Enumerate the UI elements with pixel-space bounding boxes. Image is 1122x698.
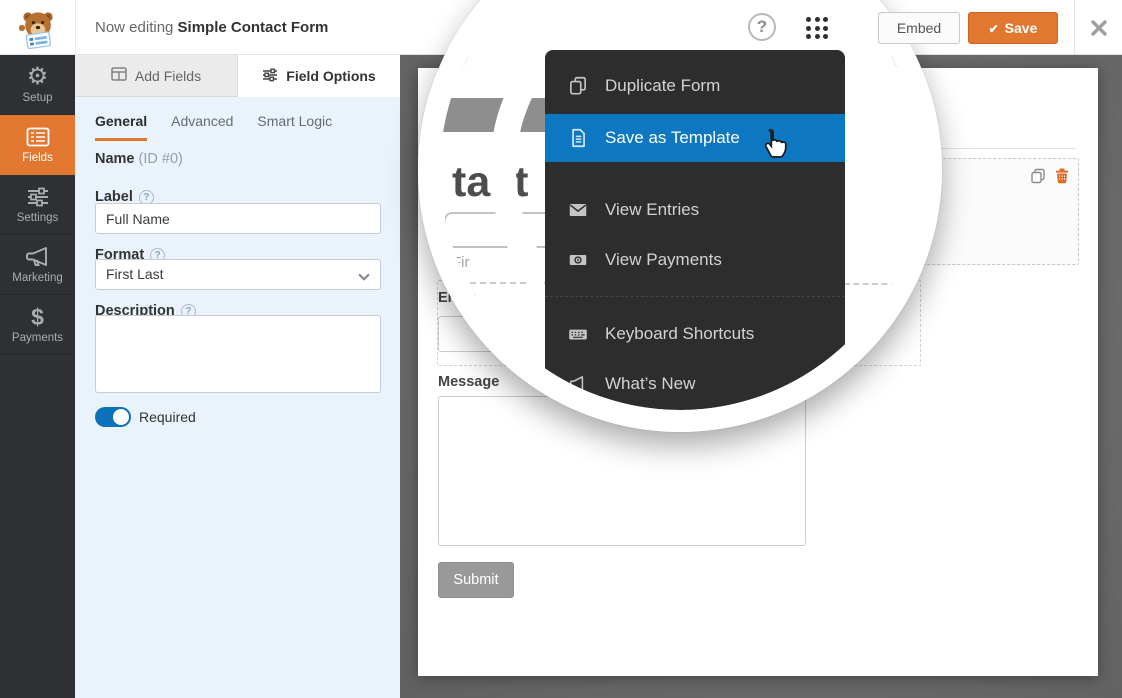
subtab-advanced[interactable]: Advanced (171, 113, 233, 141)
megaphone-sidebar-icon (0, 244, 75, 270)
duplicate-field-icon[interactable] (1030, 168, 1046, 189)
field-name-heading: Name (ID #0) (95, 151, 183, 167)
sidebar-item-settings[interactable]: Settings (0, 175, 75, 235)
format-select[interactable]: First Last (95, 259, 381, 290)
preview-submit-button[interactable]: Submit (438, 562, 514, 598)
menu-item-save-as-template[interactable]: Save as Template (545, 114, 845, 162)
wpforms-builder: Simple Contact Form Email Message Submit… (0, 0, 1122, 698)
magnified-dashed-border-right (844, 283, 906, 285)
toggle-knob (113, 409, 129, 425)
delete-field-icon[interactable] (1054, 168, 1070, 189)
add-fields-icon (111, 67, 127, 84)
megaphone-icon (567, 373, 589, 395)
save-template-icon (567, 127, 589, 149)
close-builder-button[interactable] (1088, 17, 1110, 39)
sidebar-item-payments[interactable]: $ Payments (0, 295, 75, 355)
duplicate-icon (567, 75, 589, 97)
envelope-icon (567, 199, 589, 221)
sidebar-item-marketing[interactable]: Marketing (0, 235, 75, 295)
label-input[interactable] (95, 203, 381, 234)
required-toggle[interactable] (95, 407, 131, 427)
field-options-panel: Add Fields Field Options General Advance… (75, 55, 400, 698)
menu-item-keyboard-shortcuts[interactable]: Keyboard Shortcuts (545, 310, 845, 358)
tab-field-options[interactable]: Field Options (238, 55, 400, 97)
editing-form-name: Simple Contact Form (178, 19, 329, 36)
menu-item-view-entries[interactable]: View Entries (545, 186, 845, 234)
hand-cursor-icon (758, 126, 792, 160)
subtab-smart-logic[interactable]: Smart Logic (257, 113, 332, 141)
embed-button[interactable]: Embed (878, 12, 960, 44)
keyboard-icon (567, 323, 589, 345)
menu-divider (545, 296, 845, 297)
menu-item-whats-new[interactable]: What’s New (545, 360, 845, 408)
builder-sidebar: ⚙ Setup Fields Settings Marketing $ Paym… (0, 55, 75, 698)
topbar-divider (1074, 0, 1075, 55)
preview-message-textarea[interactable] (438, 396, 806, 546)
tab-add-fields[interactable]: Add Fields (75, 55, 238, 97)
description-textarea[interactable] (95, 315, 381, 393)
lens-shine (440, 0, 544, 410)
sidebar-item-fields[interactable]: Fields (0, 115, 75, 175)
menu-item-view-payments[interactable]: View Payments (545, 236, 845, 284)
sliders-icon (0, 184, 75, 210)
required-label: Required (139, 409, 196, 425)
sidebar-item-setup[interactable]: ⚙ Setup (0, 55, 75, 115)
chevron-down-icon (358, 269, 369, 280)
apps-menu-button[interactable] (803, 16, 831, 40)
fields-icon (0, 124, 75, 150)
menu-item-duplicate-form[interactable]: Duplicate Form (545, 62, 845, 110)
payments-icon (567, 249, 589, 271)
gear-icon: ⚙ (0, 64, 75, 90)
subtab-general[interactable]: General (95, 113, 147, 141)
help-button[interactable]: ? (748, 13, 776, 41)
wpforms-logo (0, 0, 76, 55)
now-editing-text: Now editing Simple Contact Form (95, 19, 328, 36)
check-icon: ✔ (989, 22, 999, 36)
field-options-icon (262, 68, 278, 85)
builder-context-menu: Duplicate Form Save as Template View Ent… (545, 50, 845, 410)
save-button[interactable]: ✔Save (968, 12, 1058, 44)
field-id: (ID #0) (139, 151, 183, 167)
dollar-icon: $ (0, 304, 75, 330)
